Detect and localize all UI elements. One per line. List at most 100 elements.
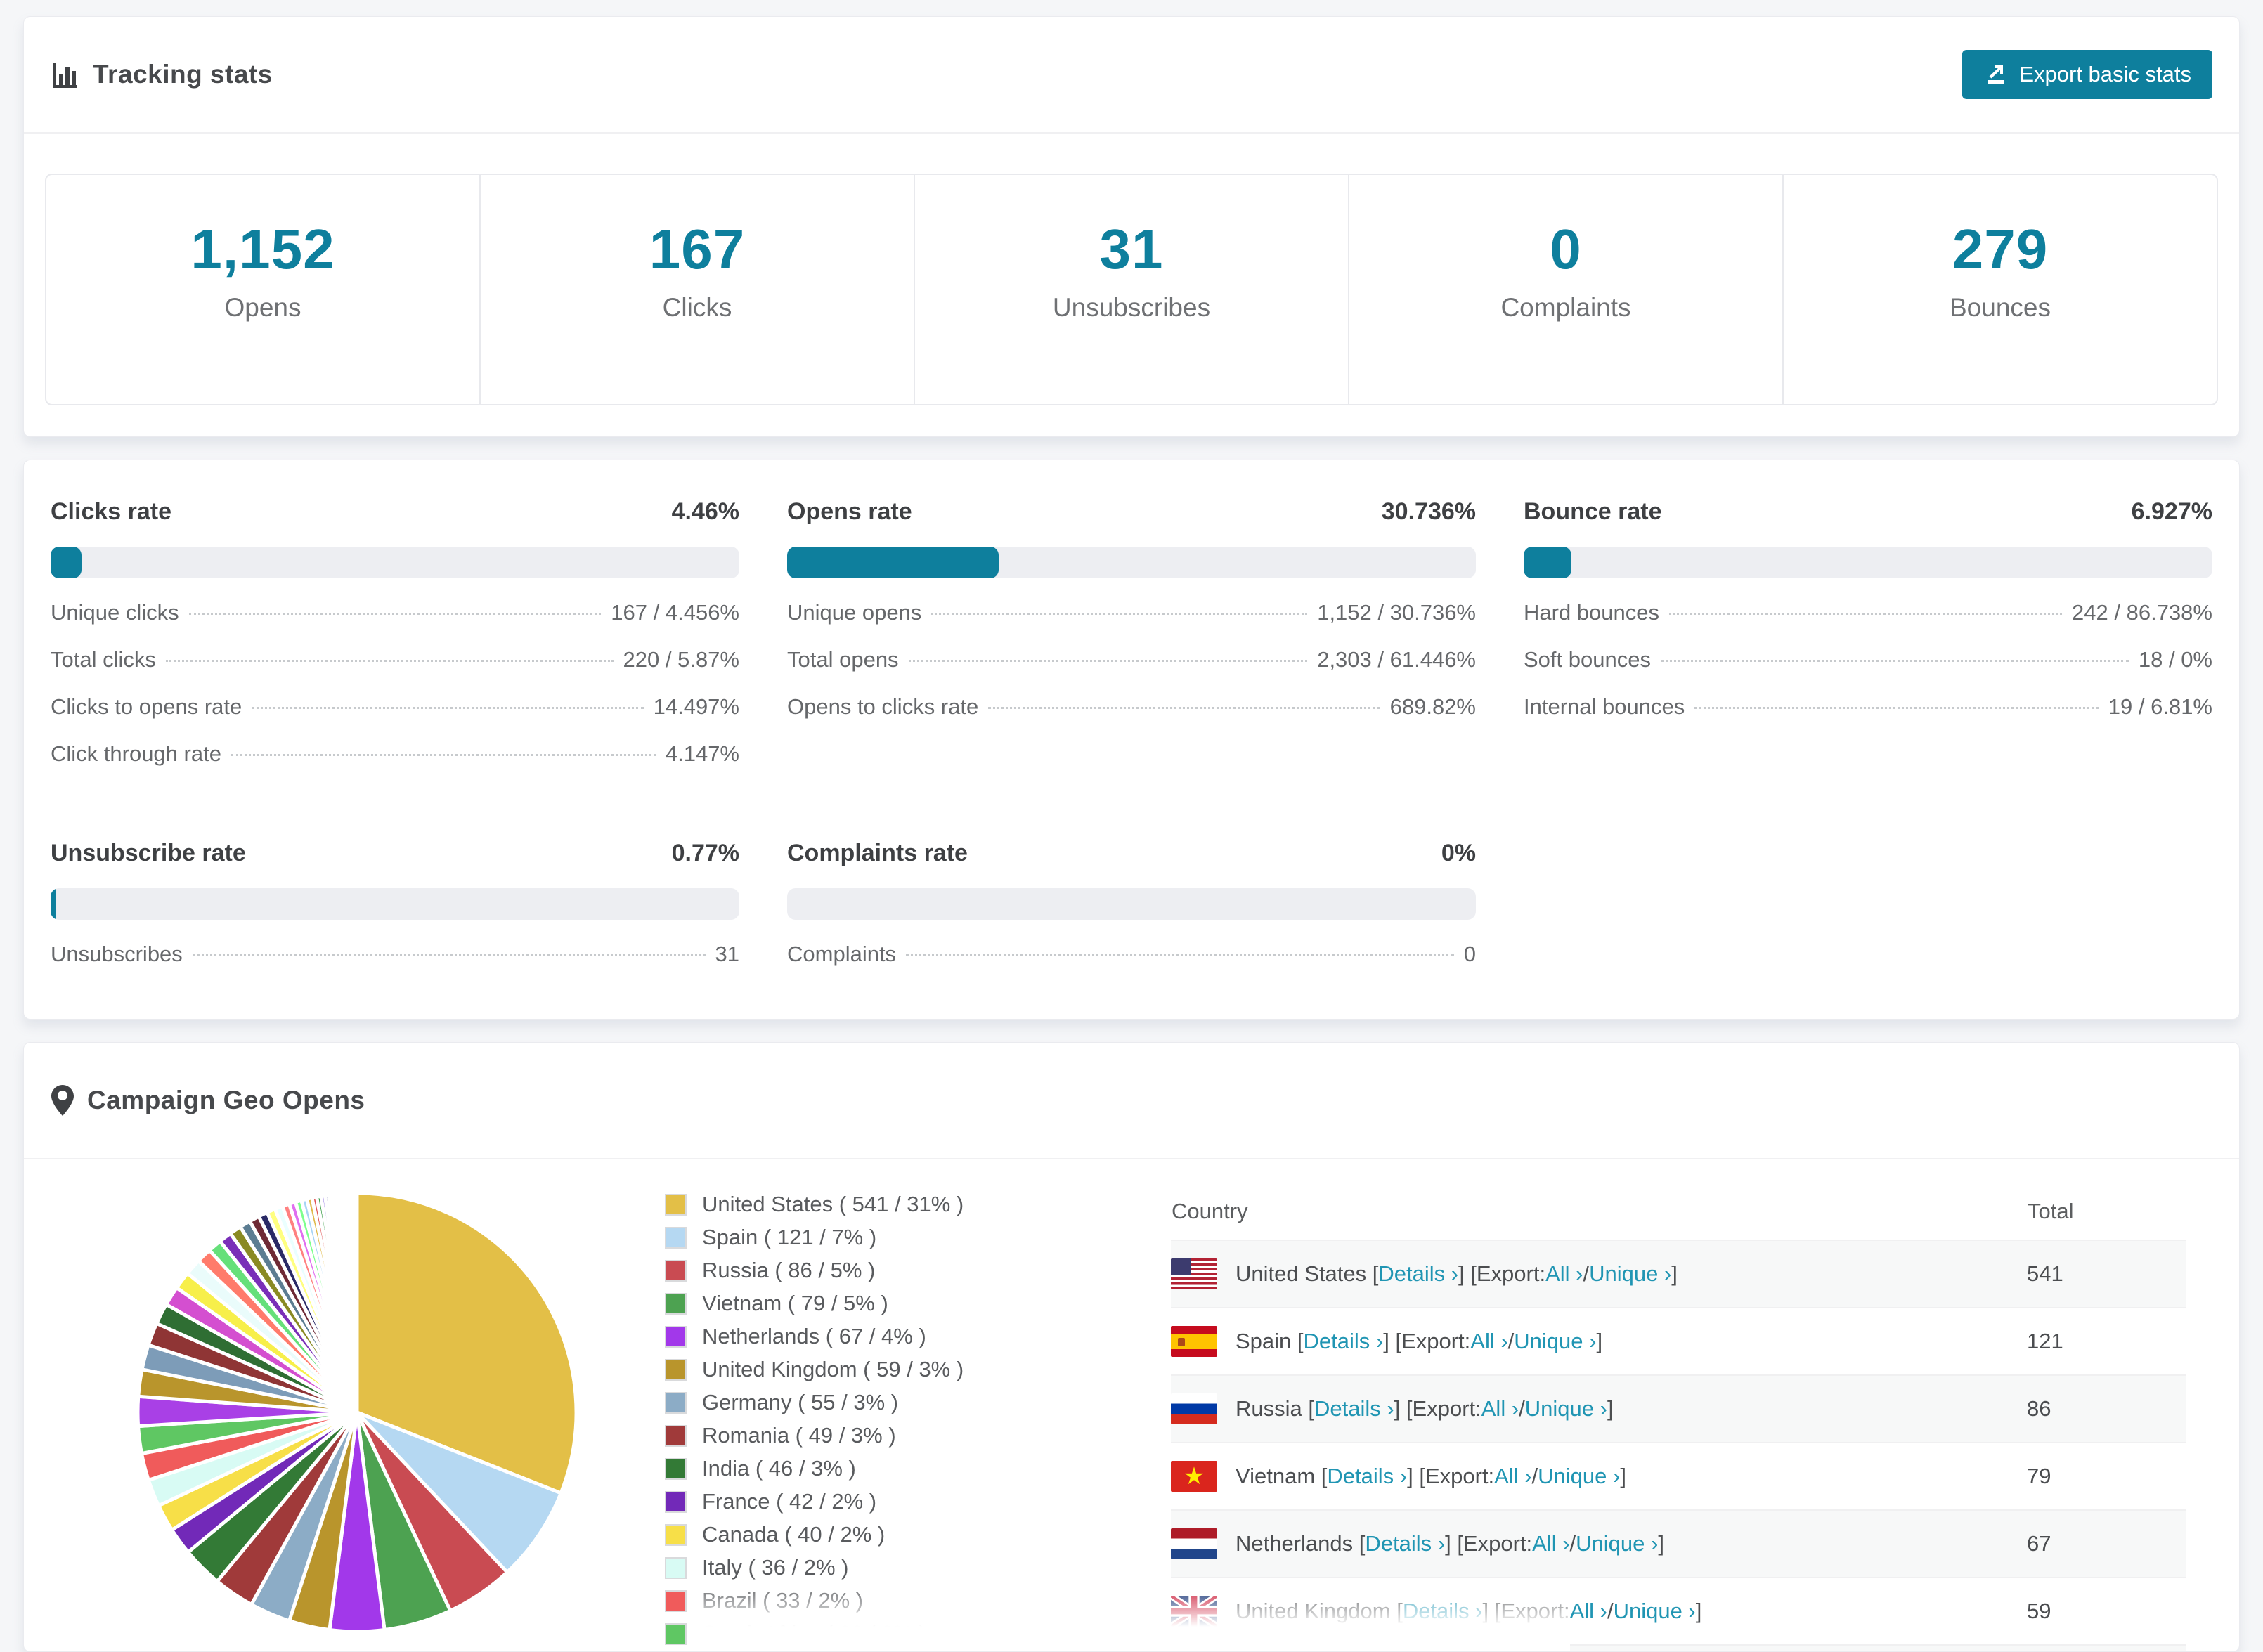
rate-stat-label: Unique opens <box>787 600 922 625</box>
stat-cell-unsubscribes: 31 Unsubscribes <box>915 175 1349 404</box>
dotted-leader <box>931 613 1308 615</box>
legend-swatch <box>665 1391 687 1414</box>
details-link[interactable]: Details › <box>1365 1531 1445 1556</box>
rate-progress-bar <box>787 888 1476 920</box>
legend-item-italy[interactable]: Italy ( 36 / 2% ) <box>665 1555 1058 1580</box>
geo-table: Country Total United States [Details ›] … <box>1171 1183 2186 1651</box>
export-unique-link[interactable]: Unique › <box>1514 1329 1596 1354</box>
export-all-link[interactable]: All › <box>1570 1599 1607 1624</box>
dotted-leader <box>1669 613 2063 615</box>
rate-progress-bar <box>1524 547 2212 578</box>
flag-ru <box>1171 1393 1217 1424</box>
export-all-link[interactable]: All › <box>1481 1396 1519 1422</box>
export-all-link[interactable]: All › <box>1545 1261 1583 1287</box>
stat-value: 31 <box>1099 218 1164 280</box>
stat-label: Complaints <box>1500 293 1631 322</box>
rate-stat-value: 31 <box>715 942 739 966</box>
legend-swatch <box>665 1589 687 1612</box>
legend-swatch <box>665 1292 687 1315</box>
legend-item-netherlands[interactable]: Netherlands ( 67 / 4% ) <box>665 1324 1058 1349</box>
details-link[interactable]: Details › <box>1403 1599 1483 1624</box>
flag-es <box>1171 1326 1217 1357</box>
export-unique-link[interactable]: Unique › <box>1538 1464 1620 1489</box>
rate-value: 30.736% <box>1381 498 1476 525</box>
rate-stat-label: Internal bounces <box>1524 694 1685 719</box>
export-unique-link[interactable]: Unique › <box>1614 1599 1696 1624</box>
rate-stat-row: Unsubscribes 31 <box>51 942 739 967</box>
dotted-leader <box>165 660 614 662</box>
rate-stat-label: Click through rate <box>51 741 221 766</box>
legend-label: France ( 42 / 2% ) <box>702 1489 877 1514</box>
legend-item-germany[interactable]: Germany ( 55 / 3% ) <box>665 1390 1058 1415</box>
legend-item-france[interactable]: France ( 42 / 2% ) <box>665 1489 1058 1514</box>
legend-item-vietnam[interactable]: Vietnam ( 79 / 5% ) <box>665 1291 1058 1316</box>
geo-table-row-partial <box>1171 1645 2186 1651</box>
rate-panel-unsubscribe-rate: Unsubscribe rate 0.77% Unsubscribes 31 <box>51 840 739 967</box>
rate-progress-bar <box>51 888 739 920</box>
rate-stat-label: Unsubscribes <box>51 942 183 966</box>
rate-panel-clicks-rate: Clicks rate 4.46% Unique clicks 167 / 4.456… <box>51 498 739 767</box>
legend-swatch <box>665 1457 687 1480</box>
legend-item-spain[interactable]: Spain ( 121 / 7% ) <box>665 1225 1058 1250</box>
legend-item-south-africa[interactable]: South Africa ( 29 / 2% ) <box>665 1621 1058 1646</box>
dotted-leader <box>988 707 1380 709</box>
export-all-link[interactable]: All › <box>1494 1464 1531 1489</box>
rates-card: Clicks rate 4.46% Unique clicks 167 / 4.456… <box>23 460 2240 1020</box>
stat-cell-opens: 1,152 Opens <box>46 175 481 404</box>
legend-item-united-states[interactable]: United States ( 541 / 31% ) <box>665 1192 1058 1217</box>
legend-label: Vietnam ( 79 / 5% ) <box>702 1291 888 1315</box>
stat-label: Unsubscribes <box>1052 293 1211 322</box>
legend-swatch <box>665 1490 687 1513</box>
country-name: Spain <box>1236 1329 1292 1353</box>
details-link[interactable]: Details › <box>1304 1329 1384 1354</box>
dotted-leader <box>231 754 656 756</box>
legend-item-russia[interactable]: Russia ( 86 / 5% ) <box>665 1258 1058 1283</box>
rate-stat-label: Hard bounces <box>1524 600 1660 625</box>
export-basic-stats-button[interactable]: Export basic stats <box>1962 50 2212 99</box>
rate-stat-label: Opens to clicks rate <box>787 694 979 719</box>
legend-item-romania[interactable]: Romania ( 49 / 3% ) <box>665 1423 1058 1448</box>
rate-stat-row: Hard bounces 242 / 86.738% <box>1524 600 2212 625</box>
legend-label: Spain ( 121 / 7% ) <box>702 1225 877 1249</box>
dotted-leader <box>908 660 1308 662</box>
export-all-link[interactable]: All › <box>1532 1531 1569 1556</box>
rate-progress-fill <box>51 888 56 920</box>
export-unique-link[interactable]: Unique › <box>1589 1261 1671 1287</box>
country-total: 59 <box>2027 1599 2051 1623</box>
legend-label: South Africa ( 29 / 2% ) <box>702 1621 926 1646</box>
country-name: Vietnam <box>1236 1464 1316 1488</box>
dotted-leader <box>188 613 602 615</box>
country-name: Russia <box>1236 1396 1302 1421</box>
rate-stat-label: Total clicks <box>51 647 156 672</box>
page: Tracking stats Export basic stats 1,152 O… <box>0 0 2263 1652</box>
rate-stat-value: 220 / 5.87% <box>623 647 739 672</box>
legend-item-brazil[interactable]: Brazil ( 33 / 2% ) <box>665 1588 1058 1613</box>
pie-slice[interactable] <box>354 1191 359 1414</box>
country-total: 67 <box>2027 1531 2051 1556</box>
rate-stat-row: Total clicks 220 / 5.87% <box>51 647 739 672</box>
dotted-leader <box>1660 660 2129 662</box>
details-link[interactable]: Details › <box>1378 1261 1458 1287</box>
export-all-link[interactable]: All › <box>1470 1329 1507 1354</box>
details-link[interactable]: Details › <box>1314 1396 1394 1422</box>
geo-table-row-netherlands: Netherlands [Details ›] [Export: All › /… <box>1171 1510 2186 1578</box>
page-title: Tracking stats <box>93 60 273 89</box>
geo-table-wrap: Country Total United States [Details ›] … <box>1171 1183 2186 1651</box>
legend-item-united-kingdom[interactable]: United Kingdom ( 59 / 3% ) <box>665 1357 1058 1382</box>
geo-table-row-united-states: United States [Details ›] [Export: All ›… <box>1171 1240 2186 1308</box>
legend-item-india[interactable]: India ( 46 / 3% ) <box>665 1456 1058 1481</box>
stat-label: Clicks <box>662 293 732 322</box>
legend-label: Canada ( 40 / 2% ) <box>702 1522 886 1547</box>
details-link[interactable]: Details › <box>1327 1464 1407 1489</box>
country-name: United Kingdom <box>1236 1599 1391 1623</box>
rate-stat-value: 19 / 6.81% <box>2108 694 2212 719</box>
dotted-leader <box>192 954 706 956</box>
country-name: Netherlands <box>1236 1531 1354 1556</box>
stat-value: 167 <box>649 218 746 280</box>
rate-panel-bounce-rate: Bounce rate 6.927% Hard bounces 242 / 86.73… <box>1524 498 2212 767</box>
export-unique-link[interactable]: Unique › <box>1576 1531 1658 1556</box>
legend-item-canada[interactable]: Canada ( 40 / 2% ) <box>665 1522 1058 1547</box>
export-unique-link[interactable]: Unique › <box>1525 1396 1607 1422</box>
country-total: 79 <box>2027 1464 2051 1488</box>
rate-progress-fill <box>1524 547 1571 578</box>
